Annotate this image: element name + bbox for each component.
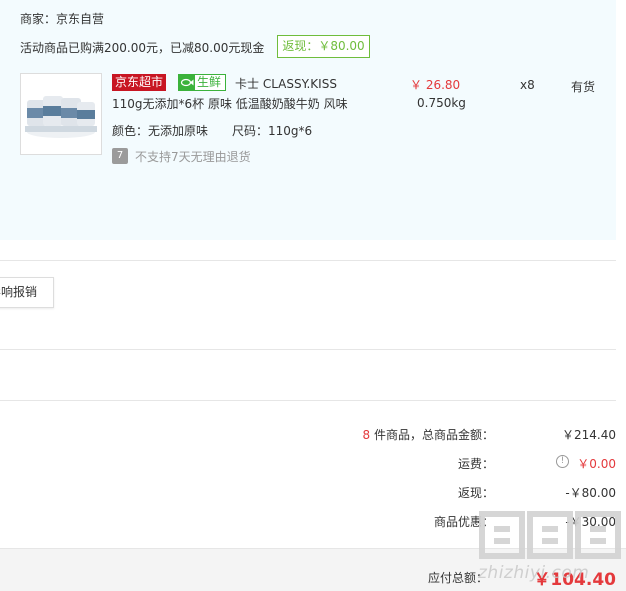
jd-supermarket-badge: 京东超市 <box>112 74 167 91</box>
shipping-value: ￥0.00 <box>577 457 616 471</box>
shipping-row: 运费： ! ￥0.00 <box>0 455 616 475</box>
rebate-value: -￥80.00 <box>565 486 616 500</box>
fresh-badge-label: 生鲜 <box>197 75 222 89</box>
summary-total-label: 8 件商品，总商品金额： <box>363 426 494 443</box>
rebate-label: 返现： <box>457 486 494 500</box>
invoice-button[interactable]: 影响报销 <box>0 277 54 308</box>
payable-label: 应付总额： <box>427 571 488 585</box>
discount-label: 商品优惠： <box>433 515 494 529</box>
summary-total-value: ￥214.40 <box>562 428 616 442</box>
section-divider <box>0 260 616 261</box>
fresh-badge: 生鲜 <box>178 74 226 91</box>
info-icon[interactable]: ! <box>556 455 569 468</box>
product-thumbnail[interactable] <box>20 73 102 155</box>
seller-label: 商家：京东自营 <box>20 12 105 26</box>
fish-icon <box>179 75 195 90</box>
payable-bar: 应付总额： ￥104.40 <box>0 548 626 591</box>
stock-status: 有货 <box>571 80 596 94</box>
promotion-text: 活动商品已购满200.00元，已减80.00元现金 <box>20 41 265 55</box>
size-attribute: 尺码：110g*6 <box>232 124 313 138</box>
discount-row: 商品优惠： -￥30.00 <box>0 513 616 533</box>
product-title-brand[interactable]: 卡士 CLASSY.KISS <box>235 75 337 92</box>
no-return-notice: 不支持7天无理由退货 <box>135 150 251 164</box>
invoice-button-label: 影响报销 <box>0 285 38 299</box>
section-divider <box>0 400 616 401</box>
no-return-icon: 7 <box>112 148 128 164</box>
payable-value: ￥104.40 <box>533 570 616 590</box>
summary-total-row: 8 件商品，总商品金额： ￥214.40 <box>0 426 616 446</box>
rebate-row: 返现： -￥80.00 <box>0 484 616 504</box>
rebate-tag: 返现：￥80.00 <box>277 35 370 58</box>
item-quantity: x8 <box>520 78 535 92</box>
color-attribute: 颜色：无添加原味 <box>112 124 209 138</box>
product-title-desc[interactable]: 110g无添加*6杯 原味 低温酸奶酸牛奶 风味 <box>112 95 348 112</box>
shipping-label: 运费： <box>457 457 494 471</box>
unit-price: ￥ 26.80 <box>410 78 461 92</box>
section-divider <box>0 349 616 350</box>
item-weight: 0.750kg <box>417 96 466 110</box>
order-item-panel: 商家：京东自营 活动商品已购满200.00元，已减80.00元现金 返现：￥80… <box>0 0 616 240</box>
discount-value: -￥30.00 <box>565 515 616 529</box>
yogurt-image <box>21 74 101 154</box>
item-count-label: 件商品，总商品金额： <box>370 428 494 442</box>
